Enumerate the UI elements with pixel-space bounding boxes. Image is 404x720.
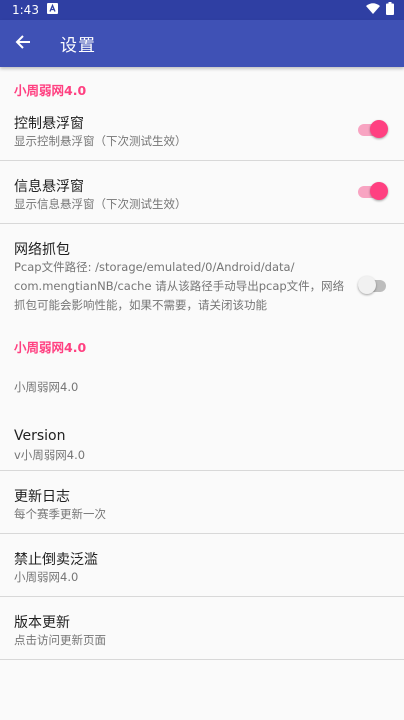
status-bar: 1:43 [0, 0, 404, 20]
summary-line: Pcap文件路径: /storage/emulated/0/Android/da… [14, 260, 295, 274]
pref-title: 更新日志 [14, 489, 70, 505]
back-button[interactable] [0, 20, 46, 67]
category-header: 小周弱网4.0 [14, 82, 87, 98]
packet-capture-switch[interactable] [358, 276, 388, 294]
summary-line: com.mengtianNB/cache 请从该路径手动导出pcap文件，网络 [14, 279, 345, 293]
wifi-icon [366, 3, 380, 17]
pref-summary: 小周弱网4.0 [14, 380, 79, 394]
pref-summary: Pcap文件路径: /storage/emulated/0/Android/da… [14, 258, 344, 315]
info-float-preference[interactable]: 信息悬浮窗 显示信息悬浮窗（下次测试生效） [0, 161, 404, 224]
pref-summary: 小周弱网4.0 [14, 570, 79, 584]
pref-title: 控制悬浮窗 [14, 116, 84, 132]
pref-title: 版本更新 [14, 615, 70, 631]
pref-title: 禁止倒卖泛滥 [14, 552, 98, 568]
battery-icon [386, 2, 394, 18]
version-preference[interactable]: Version v小周弱网4.0 [0, 413, 404, 471]
category-header: 小周弱网4.0 [14, 339, 87, 355]
pref-summary: v小周弱网4.0 [14, 448, 86, 462]
changelog-preference[interactable]: 更新日志 每个赛季更新一次 [0, 471, 404, 534]
a-box-icon [46, 3, 58, 17]
update-preference[interactable]: 版本更新 点击访问更新页面 [0, 597, 404, 660]
pref-summary: 每个赛季更新一次 [14, 507, 106, 521]
pref-title: 网络抓包 [14, 242, 70, 258]
control-float-preference[interactable]: 控制悬浮窗 显示控制悬浮窗（下次测试生效） [0, 111, 404, 161]
status-time: 1:43 [12, 3, 39, 17]
pref-summary: 显示信息悬浮窗（下次测试生效） [14, 197, 187, 211]
switch-thumb [358, 276, 376, 294]
arrow-left-icon [15, 34, 31, 54]
app-bar: 设置 [0, 20, 404, 67]
no-resale-preference[interactable]: 禁止倒卖泛滥 小周弱网4.0 [0, 534, 404, 597]
page-title: 设置 [60, 36, 96, 56]
packet-capture-preference[interactable]: 网络抓包 Pcap文件路径: /storage/emulated/0/Andro… [0, 224, 404, 324]
app-name-preference[interactable]: 小周弱网4.0 [0, 368, 404, 413]
pref-summary: 显示控制悬浮窗（下次测试生效） [14, 134, 187, 148]
pref-summary: 点击访问更新页面 [14, 633, 106, 647]
summary-line: 抓包可能会影响性能，如果不需要，请关闭该功能 [14, 298, 267, 312]
switch-thumb [370, 182, 388, 200]
pref-title: Version [14, 428, 66, 444]
control-float-switch[interactable] [358, 120, 388, 138]
pref-title: 信息悬浮窗 [14, 179, 84, 195]
settings-list: 小周弱网4.0 控制悬浮窗 显示控制悬浮窗（下次测试生效） 信息悬浮窗 显示信息… [0, 67, 404, 660]
switch-thumb [370, 120, 388, 138]
info-float-switch[interactable] [358, 182, 388, 200]
